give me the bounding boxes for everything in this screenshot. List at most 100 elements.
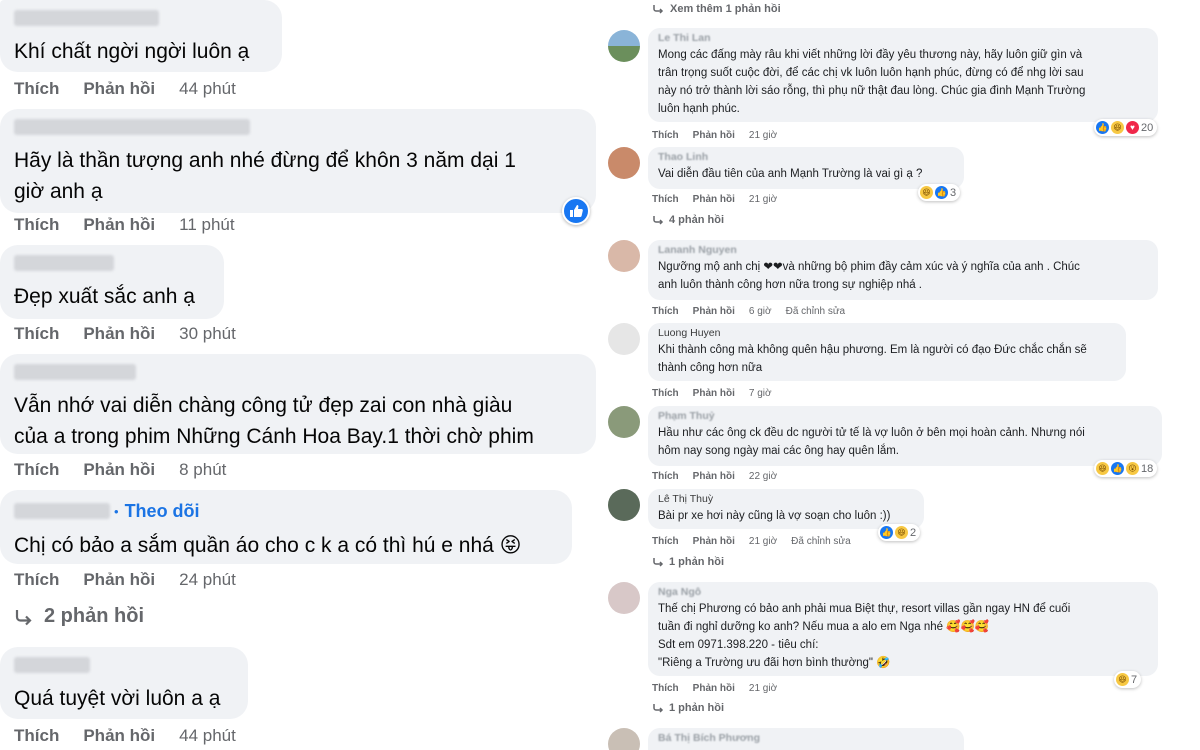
view-replies-link[interactable]: 1 phản hồi (652, 556, 724, 568)
reply-link[interactable]: Phản hồi (693, 194, 735, 205)
reply-link[interactable]: Phản hồi (693, 683, 735, 694)
reply-link[interactable]: Phản hồi (693, 536, 735, 547)
comment-actions: Thích Phản hồi 21 giờ (652, 194, 777, 205)
reply-link[interactable]: Phản hồi (83, 79, 155, 99)
comment-actions: Thích Phản hồi 24 phút (14, 570, 236, 590)
reaction-summary[interactable]: 😆 7 (1114, 671, 1142, 688)
reply-link[interactable]: Phản hồi (83, 726, 155, 746)
reply-link[interactable]: Phản hồi (693, 130, 735, 141)
like-link[interactable]: Thích (14, 324, 59, 344)
commenter-name[interactable]: Nga Ngô (658, 586, 1148, 600)
comment: Vẫn nhớ vai diễn chàng công tử đẹp zai c… (0, 354, 596, 454)
reply-link[interactable]: Phản hồi (83, 460, 155, 480)
reply-link[interactable]: Phản hồi (83, 215, 155, 235)
reaction-count: 7 (1131, 673, 1138, 686)
comment-text-line: Hãy là thần tượng anh nhé đừng để khôn 3… (14, 149, 516, 172)
avatar[interactable] (608, 728, 640, 750)
comment-text-line: của a trong phim Những Cánh Hoa Bay.1 th… (14, 425, 534, 448)
avatar[interactable] (608, 323, 640, 355)
comment-time: 24 phút (179, 570, 236, 589)
commenter-name-redacted (14, 364, 580, 380)
commenter-name[interactable]: Lananh Nguyen (658, 244, 1148, 258)
commenter-name[interactable]: Bá Thị Bích Phương (658, 732, 954, 746)
comment-time: 11 phút (179, 215, 235, 234)
avatar[interactable] (608, 406, 640, 438)
comment-text-line: Mong các đấng mày râu khi viết những lời… (658, 49, 1083, 61)
reply-arrow-icon (653, 558, 664, 567)
comment-time: 44 phút (179, 726, 236, 745)
comment-text-line: anh luôn thành công hơn nữa trong sự ngh… (658, 279, 922, 291)
reply-link[interactable]: Phản hồi (83, 570, 155, 590)
reaction-count: 20 (1141, 121, 1154, 134)
reaction-summary[interactable]: 😆 👍 3 (918, 184, 961, 201)
like-link[interactable]: Thích (14, 79, 59, 99)
comment-time: 6 giờ (748, 306, 772, 317)
left-comment-panel: Khí chất ngời ngời luôn ạ Thích Phản hồi… (0, 0, 600, 750)
comment-text-line: "Riêng a Trường ưu đãi hơn bình thường" … (658, 657, 891, 669)
comment-bubble: Đẹp xuất sắc anh ạ (0, 245, 224, 319)
follow-button[interactable]: Theo dõi (125, 501, 200, 522)
reply-arrow-icon (15, 609, 32, 625)
like-link[interactable]: Thích (652, 130, 679, 141)
reply-link[interactable]: Phản hồi (693, 471, 735, 482)
comment-text-line: Sdt em 0971.398.220 - tiêu chí: (658, 639, 819, 651)
like-link[interactable]: Thích (652, 683, 679, 694)
comment-time: 8 phút (179, 460, 227, 479)
comment-actions: Thích Phản hồi 22 giờ (652, 471, 777, 482)
comment-text: Đẹp xuất sắc anh ạ (14, 285, 195, 308)
avatar[interactable] (608, 582, 640, 614)
comment-time: 21 giờ (748, 683, 778, 694)
comment-bubble: Lananh Nguyen Ngưỡng mộ anh chị ❤❤và nhữ… (648, 240, 1158, 300)
comment-actions: Thích Phản hồi 30 phút (14, 324, 236, 344)
commenter-name[interactable]: Luong Huyen (658, 327, 1116, 341)
comment: • Theo dõi Chị có bảo a sắm quần áo cho … (0, 490, 572, 564)
avatar[interactable] (608, 147, 640, 179)
avatar[interactable] (608, 30, 640, 62)
reply-link[interactable]: Phản hồi (693, 306, 735, 317)
view-replies-link[interactable]: 1 phản hồi (652, 702, 724, 714)
love-reaction-icon: ♥ (1126, 121, 1139, 134)
like-link[interactable]: Thích (652, 471, 679, 482)
like-link[interactable]: Thích (14, 570, 59, 590)
reaction-count: 2 (910, 526, 917, 539)
like-reaction-icon: 👍 (1096, 121, 1109, 134)
like-link[interactable]: Thích (652, 194, 679, 205)
commenter-name[interactable]: Phạm Thuỷ (658, 410, 1152, 424)
comment-time: 7 giờ (748, 388, 772, 399)
comment-bubble: Luong Huyen Khi thành công mà không quên… (648, 323, 1126, 381)
avatar[interactable] (608, 240, 640, 272)
like-reaction-icon[interactable] (562, 197, 590, 225)
reaction-summary[interactable]: 👍 😆 2 (878, 524, 921, 541)
view-replies-link[interactable]: 4 phản hồi (652, 214, 724, 226)
reaction-summary[interactable]: 👍 😆 ♥ 20 (1094, 119, 1158, 136)
reaction-summary[interactable]: 😆 👍 😮 18 (1094, 460, 1158, 477)
commenter-name-redacted (14, 10, 266, 26)
avatar[interactable] (608, 489, 640, 521)
view-replies-link[interactable]: 2 phản hồi (14, 605, 144, 628)
comment-text-line: Ngưỡng mộ anh chị ❤❤và những bộ phim đầy… (658, 261, 1080, 273)
like-link[interactable]: Thích (14, 460, 59, 480)
commenter-name[interactable]: Le Thi Lan (658, 32, 1148, 46)
reply-link[interactable]: Phản hồi (693, 388, 735, 399)
comment-bubble: Khí chất ngời ngời luôn ạ (0, 0, 282, 72)
commenter-name[interactable]: Lê Thị Thuỳ (658, 493, 914, 507)
like-link[interactable]: Thích (652, 388, 679, 399)
like-reaction-icon: 👍 (1111, 462, 1124, 475)
view-more-replies-link[interactable]: Xem thêm 1 phản hồi (652, 3, 781, 15)
reaction-count: 18 (1141, 462, 1154, 475)
comment-time: 21 giờ (748, 536, 778, 547)
comment-text-line: Hầu như các ông ck đều dc người tử tế là… (658, 427, 1085, 439)
like-link[interactable]: Thích (14, 726, 59, 746)
separator-dot: • (114, 503, 119, 519)
comment-text-line: hôm nay song ngày mai các ông hay quên l… (658, 445, 900, 457)
commenter-name-redacted (14, 503, 110, 519)
like-link[interactable]: Thích (14, 215, 59, 235)
comment-actions: Thích Phản hồi 44 phút (14, 726, 236, 746)
haha-reaction-icon: 😆 (1096, 462, 1109, 475)
commenter-name[interactable]: Thao Linh (658, 151, 954, 165)
like-link[interactable]: Thích (652, 306, 679, 317)
reply-link[interactable]: Phản hồi (83, 324, 155, 344)
comment-actions: Thích Phản hồi 7 giờ (652, 388, 772, 399)
like-link[interactable]: Thích (652, 536, 679, 547)
reaction-count: 3 (950, 186, 957, 199)
